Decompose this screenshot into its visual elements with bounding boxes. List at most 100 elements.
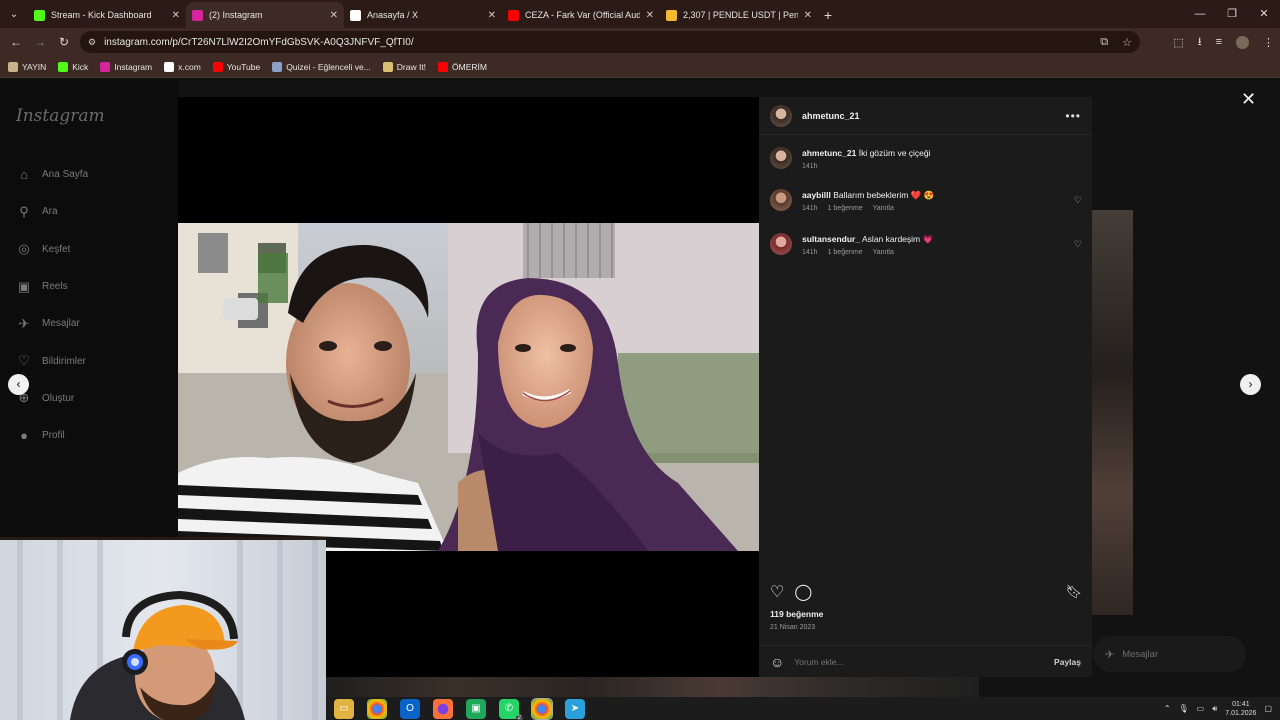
extensions-icon[interactable]: ⬚ bbox=[1173, 36, 1183, 49]
post-photo[interactable] bbox=[178, 223, 759, 551]
commenter-username[interactable]: sultansendur_ bbox=[802, 234, 860, 244]
bookmark-label: Quizei - Eğlenceli ve... bbox=[286, 61, 371, 72]
like-count[interactable]: 119 beğenme bbox=[770, 609, 823, 619]
outlook-icon[interactable]: O bbox=[400, 698, 420, 719]
profile-avatar-icon: ● bbox=[20, 428, 28, 444]
previous-post-arrow-icon[interactable]: ‹ bbox=[8, 374, 29, 395]
new-tab-button[interactable]: + bbox=[818, 2, 838, 28]
bookmark-item[interactable]: YouTube bbox=[212, 61, 260, 72]
more-options-icon[interactable]: ••• bbox=[1065, 109, 1081, 123]
volume-icon[interactable]: 🔊︎ bbox=[1212, 704, 1217, 714]
downloads-icon[interactable]: ⭳ bbox=[1198, 33, 1202, 52]
tab-close-icon[interactable]: ✕ bbox=[488, 10, 496, 21]
chrome-active-icon[interactable] bbox=[531, 697, 553, 720]
commenter-avatar[interactable] bbox=[770, 233, 792, 255]
system-clock[interactable]: 01:41 7.01.2026 bbox=[1225, 700, 1256, 718]
reload-button[interactable]: ↻ bbox=[52, 35, 76, 49]
browser-tab[interactable]: Stream - Kick Dashboard ✕ bbox=[28, 2, 186, 28]
emoji-picker-icon[interactable]: ☺ bbox=[770, 654, 784, 670]
reply-link[interactable]: Yanıtla bbox=[873, 249, 894, 256]
nav-item[interactable]: ● Profil bbox=[16, 417, 88, 454]
author-username[interactable]: ahmetunc_21 bbox=[802, 111, 860, 121]
browser-tab[interactable]: (2) Instagram ✕ bbox=[186, 2, 344, 28]
share-comment-button[interactable]: Paylaş bbox=[1054, 657, 1081, 667]
bookmark-label: YAYIN bbox=[22, 61, 47, 72]
whatsapp-badge: 2 bbox=[515, 714, 523, 720]
instagram-icon bbox=[100, 61, 111, 72]
app-icon[interactable]: ▣ bbox=[466, 698, 486, 719]
comment-time: 141h bbox=[802, 205, 818, 212]
install-app-icon[interactable]: ⧉ bbox=[1100, 36, 1108, 49]
bookmark-item[interactable]: Draw It! bbox=[382, 61, 426, 72]
restore-button[interactable]: ❐ bbox=[1216, 0, 1248, 28]
browser-tab-strip: ⌄ Stream - Kick Dashboard ✕ (2) Instagram ✕… bbox=[0, 0, 1280, 28]
close-window-button[interactable]: ✕ bbox=[1248, 0, 1280, 28]
microphone-icon[interactable]: 🎙︎ bbox=[1179, 704, 1189, 713]
url-text: instagram.com/p/CrT26N7LlW2I2OmYFdGbSVK-… bbox=[104, 36, 414, 48]
comment-likes[interactable]: 1 beğenme bbox=[828, 205, 863, 212]
add-comment-bar: ☺ Paylaş bbox=[759, 645, 1092, 677]
messenger-icon: ✈ bbox=[18, 315, 30, 331]
browser-tab[interactable]: CEZA - Fark Var (Official Audio) ✕ bbox=[502, 2, 660, 28]
bookmark-item[interactable]: ÖMERİM bbox=[438, 61, 487, 72]
bookmark-item[interactable]: Instagram bbox=[100, 61, 153, 72]
tray-overflow-icon[interactable]: ⌃ bbox=[1164, 704, 1171, 713]
comment-like-heart-icon[interactable]: ♡ bbox=[1074, 195, 1082, 212]
file-explorer-icon[interactable]: ▭ bbox=[334, 698, 354, 719]
commenter-avatar[interactable] bbox=[770, 189, 792, 211]
browser-tab[interactable]: Anasayfa / X ✕ bbox=[344, 2, 502, 28]
browser-tab[interactable]: 2,307 | PENDLE USDT | Pendle ✕ bbox=[660, 2, 818, 28]
tab-close-icon[interactable]: ✕ bbox=[804, 10, 812, 21]
nav-item[interactable]: ▣ Reels bbox=[16, 268, 88, 305]
messages-pill[interactable]: ✈ Mesajlar bbox=[1093, 636, 1246, 672]
commenter-username[interactable]: aaybilll bbox=[802, 190, 831, 200]
back-button[interactable]: ← bbox=[4, 35, 28, 49]
whatsapp-icon[interactable]: ✆ 2 bbox=[499, 698, 523, 720]
tab-close-icon[interactable]: ✕ bbox=[646, 10, 654, 21]
like-heart-icon[interactable]: ♡ bbox=[770, 582, 784, 602]
telegram-icon[interactable]: ➤ bbox=[565, 698, 585, 719]
media-control-icon[interactable]: ≡ bbox=[1216, 36, 1222, 48]
caption-username[interactable]: ahmetunc_21 bbox=[802, 148, 856, 158]
comment-input[interactable] bbox=[794, 656, 1045, 667]
bookmark-item[interactable]: x.com bbox=[164, 61, 201, 72]
home-icon: ⌂ bbox=[20, 167, 28, 183]
bookmark-label: Instagram bbox=[114, 61, 153, 72]
author-avatar[interactable] bbox=[770, 104, 792, 127]
bookmarks-bar: YAYIN Kick Instagram x.com YouTube Quizei - E… bbox=[0, 56, 1280, 78]
kick-icon bbox=[58, 61, 69, 72]
firefox-icon[interactable] bbox=[433, 698, 453, 719]
nav-item[interactable]: ⌂ Ana Sayfa bbox=[16, 156, 88, 193]
bookmark-item[interactable]: Kick bbox=[58, 61, 88, 72]
comment-bubble-icon[interactable]: ◯ bbox=[794, 582, 812, 602]
omnibox[interactable]: ⚙ instagram.com/p/CrT26N7LlW2I2OmYFdGbSV… bbox=[80, 31, 1140, 53]
bookmark-star-icon[interactable]: ☆ bbox=[1122, 36, 1132, 49]
tab-close-icon[interactable]: ✕ bbox=[330, 10, 338, 21]
comment-like-heart-icon[interactable]: ♡ bbox=[1074, 239, 1082, 256]
bookmark-item[interactable]: Quizei - Eğlenceli ve... bbox=[272, 61, 371, 72]
tab-close-icon[interactable]: ✕ bbox=[172, 10, 180, 21]
notifications-icon[interactable]: ▢ bbox=[1264, 704, 1272, 713]
tab-search-button[interactable]: ⌄ bbox=[0, 0, 28, 28]
close-post-icon[interactable]: ✕ bbox=[1241, 89, 1256, 110]
nav-item[interactable]: ⚲ Ara bbox=[16, 193, 88, 230]
tab-favicon-icon bbox=[34, 9, 45, 21]
instagram-logo[interactable]: Instagram bbox=[16, 106, 105, 126]
nav-label: Oluştur bbox=[42, 392, 75, 404]
minimize-button[interactable]: — bbox=[1184, 0, 1216, 28]
profile-avatar-icon[interactable] bbox=[1236, 35, 1249, 49]
chrome-icon[interactable] bbox=[367, 698, 387, 719]
next-post-arrow-icon[interactable]: › bbox=[1240, 374, 1261, 395]
save-bookmark-icon[interactable]: 🔖︎ bbox=[1065, 584, 1082, 600]
nav-item[interactable]: ♡ Bildirimler bbox=[16, 342, 88, 379]
comment-likes[interactable]: 1 beğenme bbox=[828, 249, 863, 256]
browser-menu-icon[interactable]: ⋮ bbox=[1263, 36, 1274, 49]
reply-link[interactable]: Yanıtla bbox=[873, 205, 894, 212]
forward-button[interactable]: → bbox=[28, 35, 52, 49]
nav-item[interactable]: ✈ Mesajlar bbox=[16, 305, 88, 342]
caption-avatar[interactable] bbox=[770, 147, 792, 169]
network-icon[interactable]: ▭ bbox=[1197, 704, 1205, 713]
bookmark-item[interactable]: YAYIN bbox=[8, 61, 47, 72]
nav-item[interactable]: ◎ Keşfet bbox=[16, 231, 88, 268]
site-info-icon[interactable]: ⚙ bbox=[88, 37, 96, 48]
